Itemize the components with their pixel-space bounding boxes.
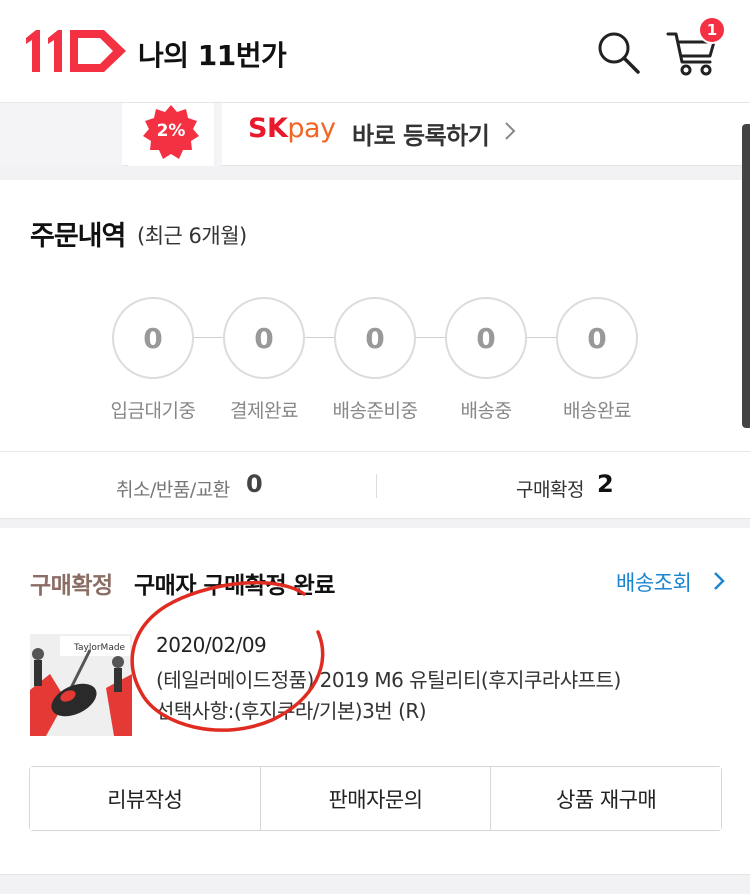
banner-cta[interactable]: 바로 등록하기 [352, 116, 490, 151]
app-header: 나의 11번가 1 [0, 0, 750, 102]
step-count-delivered[interactable]: 0 [556, 297, 638, 379]
cancel-return-count[interactable]: 0 [246, 470, 263, 498]
banner-separator [214, 103, 222, 167]
chevron-right-icon [505, 122, 516, 140]
brand-logo[interactable] [24, 28, 128, 74]
step-count-shipping[interactable]: 0 [445, 297, 527, 379]
write-review-button[interactable]: 리뷰작성 [30, 767, 260, 830]
orders-title: 주문내역 [30, 221, 126, 252]
step-count-awaiting-payment[interactable]: 0 [112, 297, 194, 379]
section-divider [0, 166, 750, 180]
step-count-paid[interactable]: 0 [223, 297, 305, 379]
orders-period: (최근 6개월) [137, 224, 247, 248]
banner-left-spacer [0, 103, 122, 167]
order-status-tag: 구매확정 [30, 573, 113, 599]
section-divider [0, 518, 750, 528]
order-action-buttons: 리뷰작성 판매자문의 상품 재구매 [29, 766, 722, 831]
order-status-text: 구매자 구매확정 완료 [134, 573, 335, 599]
product-thumbnail[interactable]: TaylorMade [30, 634, 132, 736]
purchase-confirmed-count[interactable]: 2 [597, 470, 614, 498]
skpay-logo-pay: pay [287, 113, 336, 144]
scrollbar[interactable] [742, 124, 750, 428]
chevron-right-icon[interactable] [712, 571, 726, 591]
order-date: 2020/02/09 [156, 633, 267, 657]
rebuy-button[interactable]: 상품 재구매 [490, 767, 722, 830]
cart-count-badge: 1 [698, 16, 726, 44]
discount-badge: 2% [156, 121, 186, 141]
svg-text:TaylorMade: TaylorMade [73, 643, 126, 653]
purchase-confirmed-label[interactable]: 구매확정 [516, 475, 584, 502]
summary-divider [0, 451, 750, 452]
cancel-return-label[interactable]: 취소/반품/교환 [116, 475, 230, 502]
seller-inquiry-button[interactable]: 판매자문의 [259, 767, 491, 830]
step-count-preparing[interactable]: 0 [334, 297, 416, 379]
skpay-logo: SKpay [248, 113, 336, 144]
section-divider [0, 874, 750, 894]
step-label-delivered: 배송완료 [563, 400, 631, 422]
product-option: 선택사항:(후지쿠라/기본)3번 (R) [156, 699, 427, 723]
summary-separator [376, 474, 377, 498]
search-icon[interactable] [594, 28, 642, 76]
skpay-logo-sk: SK [248, 113, 288, 144]
track-delivery-link[interactable]: 배송조회 [616, 567, 692, 597]
page-title: 나의 11번가 [138, 39, 287, 72]
product-name[interactable]: (테일러메이드정품) 2019 M6 유틸리티(후지쿠라샤프트) [156, 664, 621, 693]
